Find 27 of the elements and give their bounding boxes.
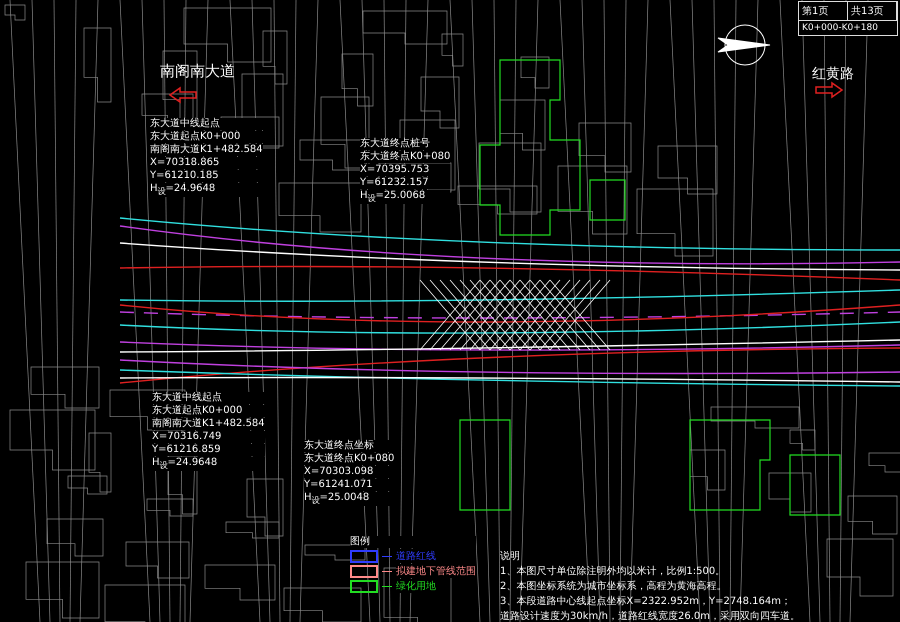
note-text: 3、本段道路中心线起点坐标X=2322.952m，Y=2748.164m； — [500, 595, 792, 609]
notes-title: 说明 — [500, 550, 521, 564]
coordinate-text: H$_{设}$=25.0068 — [360, 190, 450, 204]
coordinate-text: 东大道中线起点 — [152, 392, 265, 404]
coordinate-text: 东大道起点K0+000 — [150, 131, 263, 143]
coordinate-text: 南阁南大道K1+482.584 — [152, 418, 265, 430]
note-text: 2、本图坐标系统为城市坐标系，高程为黄海高程。 — [500, 580, 728, 594]
north-arrow-icon — [718, 24, 770, 66]
coordinate-text: 东大道终点K0+080 — [304, 453, 394, 465]
coordinate-text: 东大道终点K0+080 — [360, 151, 450, 163]
page-total: 共13页 — [848, 2, 897, 21]
right-arrow-icon — [815, 82, 844, 98]
coordinate-text: 东大道起点K0+000 — [152, 405, 265, 417]
road-name: 红黄路 — [812, 66, 854, 84]
legend-label: 绿化用地 — [396, 579, 436, 593]
coordinate-text: 东大道中线起点 — [150, 118, 263, 130]
page-number: 第1页 — [799, 2, 848, 21]
station-range: K0+000-K0+180 — [801, 22, 879, 35]
legend-label: 拟建地下管线范围 — [396, 564, 476, 578]
note-text: 道路设计速度为30km/h，道路红线宽度26.0m，采用双向四车道。 — [500, 610, 800, 622]
road-name: 南阁南大道 — [160, 62, 235, 81]
legend-title: 图例 — [350, 536, 476, 548]
note-text: 1、本图尺寸单位除注明外均以米计，比例1:500。 — [500, 565, 726, 579]
legend-label: 道路红线 — [396, 549, 436, 563]
coordinate-text: 南阁南大道K1+482.584 — [150, 144, 263, 156]
coordinate-text: X=70316.749 — [152, 431, 265, 443]
left-arrow-icon — [168, 86, 197, 104]
